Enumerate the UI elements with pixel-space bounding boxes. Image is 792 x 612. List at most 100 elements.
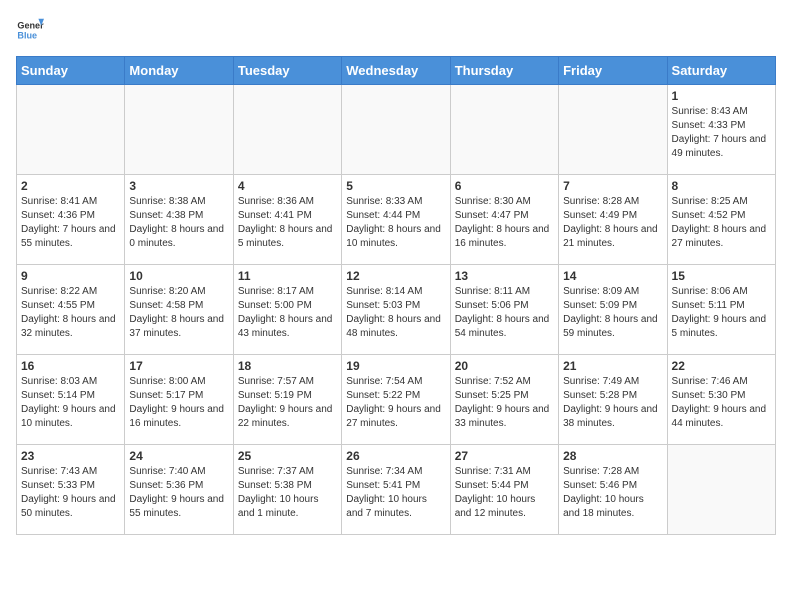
calendar-cell: 21 Sunrise: 7:49 AM Sunset: 5:28 PM Dayli… — [559, 355, 667, 445]
day-number: 11 — [238, 269, 337, 283]
weekday-header-saturday: Saturday — [667, 57, 775, 85]
calendar-cell: 22 Sunrise: 7:46 AM Sunset: 5:30 PM Dayli… — [667, 355, 775, 445]
calendar-cell — [233, 85, 341, 175]
day-info: Sunrise: 8:33 AM Sunset: 4:44 PM Dayligh… — [346, 195, 445, 251]
calendar-cell: 16 Sunrise: 8:03 AM Sunset: 5:14 PM Dayli… — [17, 355, 125, 445]
calendar-cell: 13 Sunrise: 8:11 AM Sunset: 5:06 PM Dayli… — [450, 265, 558, 355]
day-number: 3 — [129, 179, 228, 193]
week-row-2: 2 Sunrise: 8:41 AM Sunset: 4:36 PM Daylig… — [17, 175, 776, 265]
calendar-table: SundayMondayTuesdayWednesdayThursdayFrid… — [16, 56, 776, 535]
calendar-cell: 11 Sunrise: 8:17 AM Sunset: 5:00 PM Dayli… — [233, 265, 341, 355]
day-number: 20 — [455, 359, 554, 373]
day-number: 10 — [129, 269, 228, 283]
day-info: Sunrise: 8:09 AM Sunset: 5:09 PM Dayligh… — [563, 285, 662, 341]
calendar-cell: 2 Sunrise: 8:41 AM Sunset: 4:36 PM Daylig… — [17, 175, 125, 265]
day-number: 17 — [129, 359, 228, 373]
weekday-header-tuesday: Tuesday — [233, 57, 341, 85]
weekday-header-wednesday: Wednesday — [342, 57, 450, 85]
calendar-cell: 19 Sunrise: 7:54 AM Sunset: 5:22 PM Dayli… — [342, 355, 450, 445]
day-number: 27 — [455, 449, 554, 463]
calendar-cell — [450, 85, 558, 175]
day-number: 1 — [672, 89, 771, 103]
calendar-cell: 8Sunrise: 8:25 AM Sunset: 4:52 PM Daylig… — [667, 175, 775, 265]
day-info: Sunrise: 8:17 AM Sunset: 5:00 PM Dayligh… — [238, 285, 337, 341]
day-info: Sunrise: 8:22 AM Sunset: 4:55 PM Dayligh… — [21, 285, 120, 341]
week-row-4: 16 Sunrise: 8:03 AM Sunset: 5:14 PM Dayli… — [17, 355, 776, 445]
day-info: Sunrise: 8:06 AM Sunset: 5:11 PM Dayligh… — [672, 285, 771, 341]
calendar-cell: 10 Sunrise: 8:20 AM Sunset: 4:58 PM Dayli… — [125, 265, 233, 355]
page-header: General Blue — [16, 16, 776, 44]
weekday-header-friday: Friday — [559, 57, 667, 85]
day-number: 26 — [346, 449, 445, 463]
calendar-cell — [667, 445, 775, 535]
day-number: 4 — [238, 179, 337, 193]
calendar-cell — [342, 85, 450, 175]
day-number: 7 — [563, 179, 662, 193]
day-number: 21 — [563, 359, 662, 373]
calendar-cell — [559, 85, 667, 175]
day-info: Sunrise: 8:20 AM Sunset: 4:58 PM Dayligh… — [129, 285, 228, 341]
week-row-5: 23 Sunrise: 7:43 AM Sunset: 5:33 PM Dayli… — [17, 445, 776, 535]
day-info: Sunrise: 8:11 AM Sunset: 5:06 PM Dayligh… — [455, 285, 554, 341]
day-info: Sunrise: 8:30 AM Sunset: 4:47 PM Dayligh… — [455, 195, 554, 251]
logo-icon: General Blue — [16, 16, 44, 44]
day-number: 15 — [672, 269, 771, 283]
day-info: Sunrise: 8:38 AM Sunset: 4:38 PM Dayligh… — [129, 195, 228, 251]
day-info: Sunrise: 7:34 AM Sunset: 5:41 PM Dayligh… — [346, 465, 445, 521]
day-info: Sunrise: 8:41 AM Sunset: 4:36 PM Dayligh… — [21, 195, 120, 251]
day-info: Sunrise: 7:37 AM Sunset: 5:38 PM Dayligh… — [238, 465, 337, 521]
day-info: Sunrise: 7:40 AM Sunset: 5:36 PM Dayligh… — [129, 465, 228, 521]
day-info: Sunrise: 7:54 AM Sunset: 5:22 PM Dayligh… — [346, 375, 445, 431]
day-number: 24 — [129, 449, 228, 463]
weekday-header-row: SundayMondayTuesdayWednesdayThursdayFrid… — [17, 57, 776, 85]
calendar-cell: 23 Sunrise: 7:43 AM Sunset: 5:33 PM Dayli… — [17, 445, 125, 535]
day-number: 25 — [238, 449, 337, 463]
svg-text:Blue: Blue — [17, 30, 37, 40]
day-number: 12 — [346, 269, 445, 283]
day-info: Sunrise: 8:43 AM Sunset: 4:33 PM Dayligh… — [672, 105, 771, 161]
calendar-cell: 6Sunrise: 8:30 AM Sunset: 4:47 PM Daylig… — [450, 175, 558, 265]
weekday-header-monday: Monday — [125, 57, 233, 85]
day-info: Sunrise: 8:28 AM Sunset: 4:49 PM Dayligh… — [563, 195, 662, 251]
day-number: 22 — [672, 359, 771, 373]
day-number: 13 — [455, 269, 554, 283]
calendar-cell: 5 Sunrise: 8:33 AM Sunset: 4:44 PM Daylig… — [342, 175, 450, 265]
calendar-cell: 1 Sunrise: 8:43 AM Sunset: 4:33 PM Daylig… — [667, 85, 775, 175]
calendar-cell: 26 Sunrise: 7:34 AM Sunset: 5:41 PM Dayli… — [342, 445, 450, 535]
day-number: 28 — [563, 449, 662, 463]
day-info: Sunrise: 8:14 AM Sunset: 5:03 PM Dayligh… — [346, 285, 445, 341]
week-row-3: 9 Sunrise: 8:22 AM Sunset: 4:55 PM Daylig… — [17, 265, 776, 355]
day-number: 16 — [21, 359, 120, 373]
day-number: 8 — [672, 179, 771, 193]
calendar-cell: 25 Sunrise: 7:37 AM Sunset: 5:38 PM Dayli… — [233, 445, 341, 535]
day-number: 5 — [346, 179, 445, 193]
calendar-cell: 9 Sunrise: 8:22 AM Sunset: 4:55 PM Daylig… — [17, 265, 125, 355]
day-info: Sunrise: 7:28 AM Sunset: 5:46 PM Dayligh… — [563, 465, 662, 521]
calendar-cell: 15 Sunrise: 8:06 AM Sunset: 5:11 PM Dayli… — [667, 265, 775, 355]
calendar-cell: 27Sunrise: 7:31 AM Sunset: 5:44 PM Dayli… — [450, 445, 558, 535]
calendar-cell: 3 Sunrise: 8:38 AM Sunset: 4:38 PM Daylig… — [125, 175, 233, 265]
calendar-cell: 28 Sunrise: 7:28 AM Sunset: 5:46 PM Dayli… — [559, 445, 667, 535]
day-info: Sunrise: 7:57 AM Sunset: 5:19 PM Dayligh… — [238, 375, 337, 431]
weekday-header-thursday: Thursday — [450, 57, 558, 85]
weekday-header-sunday: Sunday — [17, 57, 125, 85]
calendar-cell: 24 Sunrise: 7:40 AM Sunset: 5:36 PM Dayli… — [125, 445, 233, 535]
day-info: Sunrise: 8:36 AM Sunset: 4:41 PM Dayligh… — [238, 195, 337, 251]
day-number: 14 — [563, 269, 662, 283]
day-info: Sunrise: 7:46 AM Sunset: 5:30 PM Dayligh… — [672, 375, 771, 431]
calendar-cell: 7 Sunrise: 8:28 AM Sunset: 4:49 PM Daylig… — [559, 175, 667, 265]
day-info: Sunrise: 7:43 AM Sunset: 5:33 PM Dayligh… — [21, 465, 120, 521]
day-info: Sunrise: 8:03 AM Sunset: 5:14 PM Dayligh… — [21, 375, 120, 431]
day-number: 18 — [238, 359, 337, 373]
calendar-cell — [17, 85, 125, 175]
calendar-cell: 17Sunrise: 8:00 AM Sunset: 5:17 PM Dayli… — [125, 355, 233, 445]
day-number: 19 — [346, 359, 445, 373]
day-info: Sunrise: 7:49 AM Sunset: 5:28 PM Dayligh… — [563, 375, 662, 431]
day-number: 2 — [21, 179, 120, 193]
day-number: 23 — [21, 449, 120, 463]
day-number: 9 — [21, 269, 120, 283]
day-info: Sunrise: 7:52 AM Sunset: 5:25 PM Dayligh… — [455, 375, 554, 431]
calendar-cell: 20 Sunrise: 7:52 AM Sunset: 5:25 PM Dayli… — [450, 355, 558, 445]
calendar-cell: 4 Sunrise: 8:36 AM Sunset: 4:41 PM Daylig… — [233, 175, 341, 265]
calendar-cell — [125, 85, 233, 175]
